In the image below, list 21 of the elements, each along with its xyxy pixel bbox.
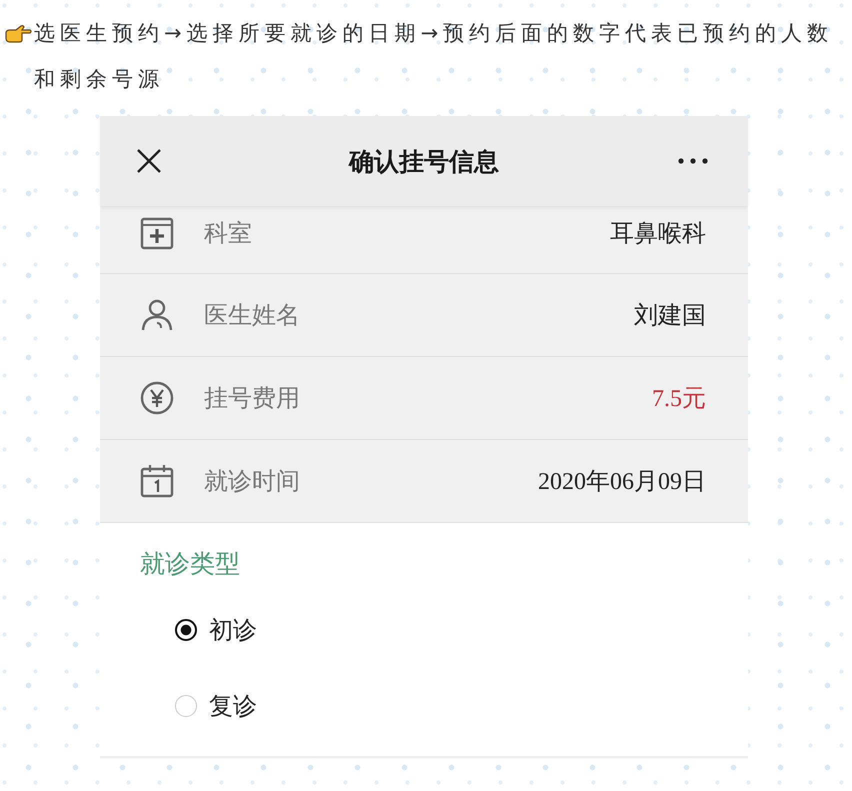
section-heading: 就诊类型 [140,548,241,580]
radio-label[interactable]: 复诊 [209,690,257,722]
row-label: 科室 [204,218,253,248]
medical-cross-icon [140,216,174,250]
more-icon[interactable] [678,158,708,164]
row-value: 耳鼻喉科 [610,220,706,248]
row-label: 挂号费用 [204,383,301,414]
row-label: 就诊时间 [204,466,301,497]
row-value: 2020年06月09日 [538,468,706,497]
calendar-icon [140,464,174,498]
yen-coin-icon [140,381,174,415]
row-value: 刘建国 [634,302,706,331]
row-value: 7.5元 [652,385,706,414]
pointing-hand-icon [4,23,32,43]
intro-text: 选医生预约→选择所要就诊的日期→预约后面的数字代表已预约的人数和剩余号源 [34,20,834,93]
screen-title: 确认挂号信息 [349,146,499,178]
radio-button[interactable] [175,619,197,641]
row-label: 医生姓名 [204,300,301,331]
radio-label[interactable]: 初诊 [209,614,257,646]
close-icon[interactable] [136,148,162,174]
person-icon [140,298,174,332]
